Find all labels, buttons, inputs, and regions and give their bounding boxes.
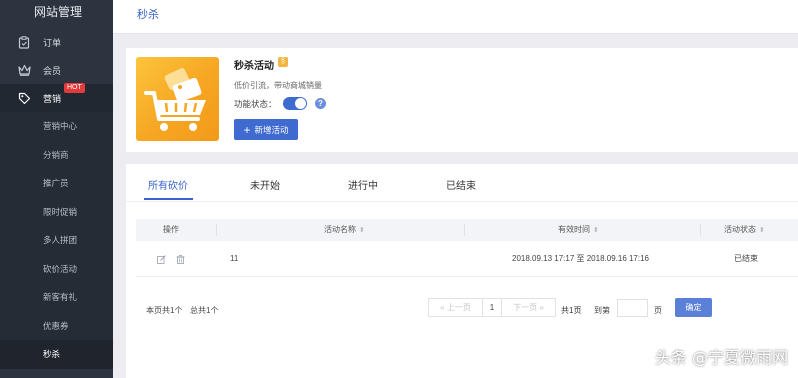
nav-members[interactable]: 会员 [0, 56, 113, 84]
new-activity-button[interactable]: + 新增活动 [234, 119, 298, 140]
help-icon[interactable]: ? [315, 98, 326, 109]
tab-not-started[interactable]: 未开始 [250, 177, 280, 192]
header-actions: 操作 [163, 225, 179, 234]
page-jump-input[interactable] [617, 299, 648, 317]
sort-icon: ⬍ [593, 227, 599, 234]
prev-page-label: 上一页 [446, 303, 471, 312]
sub-item-promoters[interactable]: 推广员 [0, 169, 113, 198]
top-bar: 秒杀 [113, 0, 798, 34]
edit-icon[interactable] [157, 255, 166, 264]
sub-item-group-buy[interactable]: 多人拼团 [0, 226, 113, 255]
sub-item-new-customer[interactable]: 新客有礼 [0, 283, 113, 312]
table-header: 操作 活动名称 ⬍ 有效时间 ⬍ 活动状态 ⬍ [136, 219, 798, 241]
header-name-label: 活动名称 [324, 225, 356, 234]
sort-icon: ⬍ [759, 227, 765, 234]
sidebar: 网站管理 订单 会员 营销 HOT 营销中心 分销商 推广员 限时促销 多人拼团… [0, 0, 113, 378]
activity-description: 低价引流，带动商城销量 [234, 81, 322, 90]
page-number-button[interactable]: 1 [482, 298, 502, 317]
header-status[interactable]: 活动状态 ⬍ [724, 219, 765, 241]
tab-bar: 所有砍价 未开始 进行中 已结束 [126, 164, 798, 202]
tag-icon [17, 91, 31, 105]
page-title: 秒杀 [137, 9, 159, 21]
cell-name: 11 [230, 254, 239, 263]
sub-item-marketing-center[interactable]: 营销中心 [0, 112, 113, 141]
nav-marketing-label: 营销 [43, 93, 62, 104]
shopping-cart-icon [136, 57, 219, 141]
cell-status: 已结束 [734, 254, 758, 263]
status-label: 功能状态： [234, 99, 277, 109]
brand-title: 网站管理 [34, 5, 83, 19]
next-page-button[interactable]: 下一页 » [501, 298, 556, 317]
sub-item-coupons[interactable]: 优惠券 [0, 312, 113, 341]
sub-item-flash-sale[interactable]: 秒杀 [0, 340, 113, 369]
page-unit-label: 页 [654, 306, 662, 315]
sort-icon: ⬍ [359, 227, 365, 234]
plus-icon: + [243, 122, 251, 137]
marketing-submenu: 营销中心 分销商 推广员 限时促销 多人拼团 砍价活动 新客有礼 优惠券 秒杀 [0, 112, 113, 369]
nav-orders[interactable]: 订单 [0, 28, 113, 56]
cell-time: 2018.09.13 17:17 至 2018.09.16 17:16 [512, 254, 650, 263]
tab-all[interactable]: 所有砍价 [148, 177, 188, 192]
nav-marketing[interactable]: 营销 HOT [0, 83, 113, 112]
trash-icon[interactable] [176, 255, 185, 264]
prev-page-button[interactable]: « 上一页 [428, 298, 483, 317]
header-time[interactable]: 有效时间 ⬍ [558, 219, 599, 241]
header-divider [216, 224, 217, 236]
next-page-label: 下一页 [513, 303, 538, 312]
activity-info-card: 秒杀活动 § 低价引流，带动商城销量 功能状态： ? + 新增活动 [126, 48, 798, 152]
sub-item-distributors[interactable]: 分销商 [0, 141, 113, 170]
crown-icon [17, 63, 31, 77]
page-count-text: 本页共1个 [146, 306, 183, 315]
certified-badge-icon: § [278, 57, 288, 67]
sub-item-bargain[interactable]: 砍价活动 [0, 255, 113, 284]
active-tab-indicator [144, 198, 193, 200]
tab-in-progress[interactable]: 进行中 [348, 177, 378, 192]
status-toggle[interactable] [283, 97, 307, 110]
nav-orders-label: 订单 [43, 37, 62, 48]
total-count-text: 总共1个 [190, 306, 219, 315]
nav-members-label: 会员 [43, 65, 62, 76]
header-time-label: 有效时间 [558, 225, 590, 234]
tab-ended[interactable]: 已结束 [446, 177, 476, 192]
total-pages-text: 共1页 [561, 306, 582, 315]
header-divider [700, 224, 701, 236]
header-name[interactable]: 活动名称 ⬍ [324, 219, 365, 241]
activity-title: 秒杀活动 [234, 61, 274, 72]
confirm-button[interactable]: 确定 [675, 298, 712, 317]
hot-badge: HOT [64, 83, 85, 93]
clipboard-icon [17, 35, 31, 49]
watermark: 头条 @宁夏微雨网 [654, 348, 788, 367]
header-status-label: 活动状态 [724, 225, 756, 234]
table-row: 11 2018.09.13 17:17 至 2018.09.16 17:16 已… [136, 241, 798, 277]
header-divider [464, 224, 465, 236]
goto-label: 到第 [594, 306, 610, 315]
new-activity-label: 新增活动 [254, 124, 289, 135]
sub-item-limited-sale[interactable]: 限时促销 [0, 198, 113, 227]
